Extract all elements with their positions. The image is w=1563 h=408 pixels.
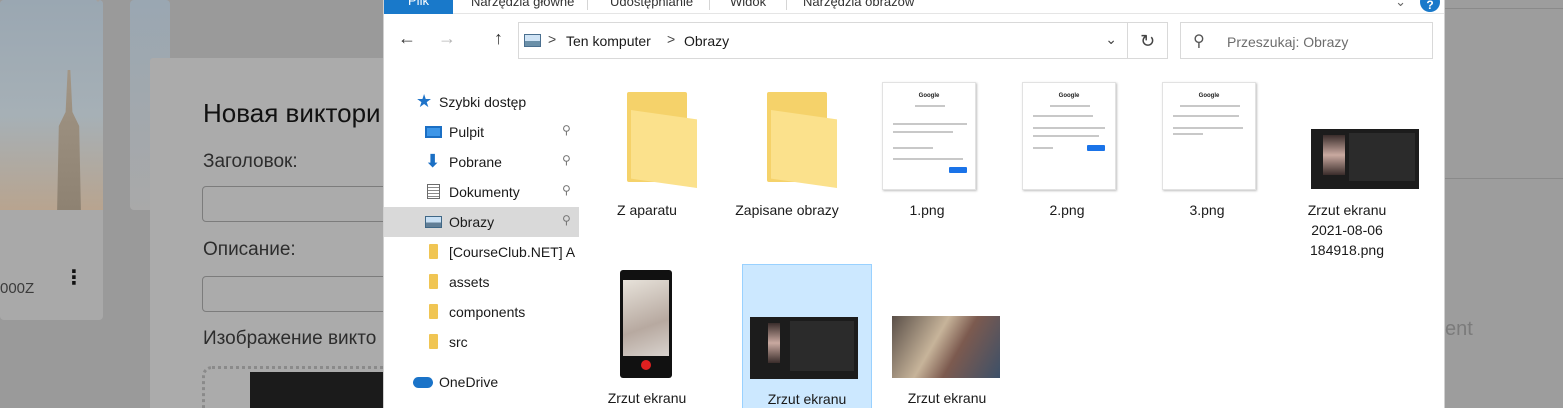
image-thumbnail [1311, 129, 1419, 189]
modal-title: Новая виктори [203, 98, 381, 128]
download-icon: ⬇ [425, 151, 441, 171]
folder-icon [429, 304, 438, 319]
folder-icon [429, 244, 438, 259]
image-thumbnail [892, 316, 1000, 378]
nav-item-label: Pobrane [449, 154, 502, 170]
document-icon [427, 184, 440, 199]
nav-item-downloads[interactable]: ⬇ Pobrane ⚲ [384, 147, 579, 177]
navigation-bar: ← → ↑ > Ten komputer > Obrazy ⌄ ↻ ⚲ Prze… [384, 20, 1444, 62]
pin-icon[interactable]: ⚲ [562, 213, 571, 227]
help-icon[interactable]: ? [1420, 0, 1440, 12]
desktop-icon [425, 126, 442, 138]
breadcrumb-pictures[interactable]: Obrazy [684, 33, 729, 49]
file-item[interactable]: Google 3.png [1142, 72, 1272, 262]
background-right-panel: ent [1445, 0, 1563, 408]
title-field-label: Заголовок: [203, 151, 298, 172]
background-partial-text: ent [1445, 318, 1473, 340]
image-field-label: Изображение викто [203, 328, 377, 349]
refresh-button[interactable]: ↻ [1128, 22, 1168, 59]
nav-item-src[interactable]: src [384, 327, 579, 357]
nav-item-label: Pulpit [449, 124, 485, 140]
nav-item-courseclub[interactable]: [CourseClub.NET] A [384, 237, 579, 267]
breadcrumb-this-pc[interactable]: Ten komputer [566, 33, 651, 49]
nav-item-label: src [449, 334, 468, 350]
nav-item-assets[interactable]: assets [384, 267, 579, 297]
quiz-card: 000Z ⋮ [0, 0, 103, 320]
file-item[interactable]: Zrzut ekranu 2021-08-06 184918.png [1282, 72, 1419, 262]
file-name: Zapisane obrazy [735, 202, 839, 218]
nav-item-pictures[interactable]: Obrazy ⚲ [384, 207, 579, 237]
pictures-icon [425, 216, 442, 228]
file-item[interactable]: Google 2.png [1002, 72, 1132, 262]
file-item[interactable]: Zrzut ekranu [882, 264, 1012, 408]
nav-item-label: [CourseClub.NET] A [449, 244, 576, 260]
file-name: Z aparatu [617, 202, 677, 218]
nav-item-onedrive[interactable]: OneDrive [384, 367, 579, 397]
tab-home[interactable]: Narzędzia główne [471, 0, 574, 9]
search-box[interactable]: ⚲ Przeszukaj: Obrazy [1180, 22, 1433, 59]
up-arrow-icon[interactable]: ↑ [494, 28, 503, 49]
nav-item-label: assets [449, 274, 490, 290]
file-name: Zrzut ekranu 2021-08-06 184918.png [1307, 202, 1387, 258]
tab-view[interactable]: Widok [730, 0, 766, 9]
chevron-right-icon[interactable]: > [667, 31, 675, 47]
star-icon: ★ [416, 91, 433, 111]
tab-file[interactable]: Plik [384, 0, 453, 14]
folder-icon [429, 334, 438, 349]
cloud-icon [413, 377, 433, 388]
file-name: Zrzut ekranu [767, 391, 847, 407]
file-name: Zrzut ekranu [907, 390, 987, 406]
pictures-icon [524, 34, 541, 47]
title-input[interactable] [202, 186, 402, 222]
chevron-down-icon[interactable]: ⌄ [1105, 31, 1117, 48]
tab-picture-tools[interactable]: Narzędzia obrazów [803, 0, 914, 9]
folder-item[interactable]: Z aparatu [582, 72, 712, 262]
nav-item-documents[interactable]: Dokumenty ⚲ [384, 177, 579, 207]
nav-item-desktop[interactable]: Pulpit ⚲ [384, 117, 579, 147]
nav-item-label: Obrazy [449, 214, 495, 230]
back-arrow-icon[interactable]: ← [398, 28, 416, 49]
search-input[interactable]: Przeszukaj: Obrazy [1227, 34, 1348, 50]
file-item-selected[interactable]: Zrzut ekranu [742, 264, 872, 408]
description-field-label: Описание: [203, 239, 296, 260]
image-preview [250, 372, 390, 408]
more-options-icon[interactable]: ⋮ [64, 268, 84, 288]
image-thumbnail [750, 317, 858, 379]
pin-icon[interactable]: ⚲ [562, 153, 571, 167]
navigation-pane: ★ Szybki dostęp Pulpit ⚲ ⬇ Pobrane ⚲ Dok… [384, 82, 579, 408]
file-name: Zrzut ekranu [607, 390, 687, 406]
image-thumbnail: Google [1162, 82, 1256, 190]
image-thumbnail: Google [1022, 82, 1116, 190]
new-quiz-modal: Новая виктори Заголовок: Описание: Изобр… [150, 58, 410, 408]
file-name: 2.png [1049, 202, 1085, 218]
nav-item-label: Szybki dostęp [439, 94, 527, 110]
description-input[interactable] [202, 276, 402, 312]
forward-arrow-icon[interactable]: → [438, 28, 456, 49]
tab-share[interactable]: Udostępnianie [610, 0, 693, 9]
file-list: Z aparatu Zapisane obrazy Google 1.png G… [579, 62, 1444, 408]
nav-item-quick-access[interactable]: ★ Szybki dostęp [384, 87, 579, 117]
nav-item-components[interactable]: components [384, 297, 579, 327]
nav-item-label: Dokumenty [449, 184, 520, 200]
pin-icon[interactable]: ⚲ [562, 183, 571, 197]
nav-item-label: OneDrive [439, 374, 499, 390]
image-thumbnail: Google [882, 82, 976, 190]
nav-item-label: components [449, 304, 526, 320]
file-item[interactable]: Zrzut ekranu [582, 264, 712, 408]
folder-item[interactable]: Zapisane obrazy [722, 72, 852, 262]
ribbon-tabs: Plik Narzędzia główne Udostępnianie Wido… [384, 0, 1444, 14]
file-name: 3.png [1189, 202, 1225, 218]
quiz-card-image [0, 0, 103, 210]
quiz-card-date: 000Z [0, 280, 35, 297]
file-explorer-dialog: Plik Narzędzia główne Udostępnianie Wido… [383, 0, 1445, 408]
image-thumbnail [620, 270, 672, 378]
file-item[interactable]: Google 1.png [862, 72, 992, 262]
chevron-right-icon[interactable]: > [548, 31, 556, 47]
search-icon: ⚲ [1193, 33, 1205, 50]
ribbon-collapse-icon[interactable]: ⌄ [1395, 0, 1406, 10]
address-bar[interactable]: > Ten komputer > Obrazy ⌄ [518, 22, 1128, 59]
file-name: 1.png [909, 202, 945, 218]
pin-icon[interactable]: ⚲ [562, 123, 571, 137]
folder-icon [429, 274, 438, 289]
